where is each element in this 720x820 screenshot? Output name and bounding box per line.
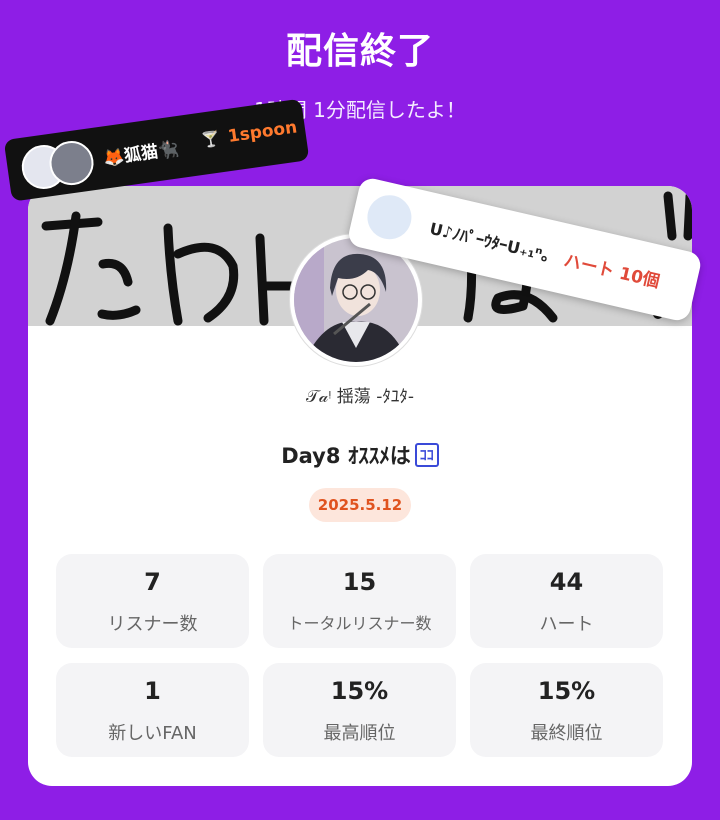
stat-value: 15 <box>342 568 377 596</box>
stat-highest-rank: 15% 最高順位 <box>263 663 456 757</box>
stat-label: ハート <box>539 614 594 635</box>
spoon-count: 🍸 1spoon <box>200 117 298 150</box>
stat-label: 新しいFAN <box>108 723 197 744</box>
date-badge: 2025.5.12 <box>309 488 411 522</box>
stat-label: 最高順位 <box>323 723 396 744</box>
live-title-text: Day8 ｵｽｽﾒは <box>281 444 411 468</box>
stat-value: 15% <box>537 677 596 705</box>
stat-value: 1 <box>144 677 161 705</box>
heart-count: ハート 10個 <box>561 250 662 293</box>
live-title-badge: ｺｺ <box>414 443 439 467</box>
stat-hearts: 44 ハート <box>470 554 663 648</box>
stat-listeners: 7 リスナー数 <box>56 554 249 648</box>
stat-value: 15% <box>330 677 389 705</box>
stat-value: 7 <box>144 568 161 596</box>
stat-total-listeners: 15 トータルリスナー数 <box>263 554 456 648</box>
stat-label: 最終順位 <box>530 723 603 744</box>
stat-final-rank: 15% 最終順位 <box>470 663 663 757</box>
stat-label: リスナー数 <box>107 614 198 635</box>
stat-value: 44 <box>549 568 584 596</box>
broadcast-duration: 1時間 1分配信したよ！ <box>254 98 466 122</box>
spoon-count-text: 1spoon <box>226 117 299 147</box>
heart-donor-avatar <box>363 190 416 244</box>
heart-donor-name: ᑌ♪ﾉﾊﾟｰｳﾀｰᑌ₊₁ⁿ｡ <box>427 218 552 266</box>
stat-new-fans: 1 新しいFAN <box>56 663 249 757</box>
donor-name: 🦊狐猫🐈‍⬛ <box>101 139 181 170</box>
page-title: 配信終了 <box>285 31 434 72</box>
live-title: Day8 ｵｽｽﾒは ｺｺ <box>28 440 692 470</box>
stat-label: トータルリスナー数 <box>287 614 432 633</box>
spoon-icon: 🍸 <box>200 129 222 150</box>
dj-name: 𝒯𝒶ᵎ 揺蕩 -ﾀﾕﾀ- <box>306 387 414 407</box>
stats-grid: 7 リスナー数 15 トータルリスナー数 44 ハート 1 新しいFAN 15%… <box>56 554 664 757</box>
